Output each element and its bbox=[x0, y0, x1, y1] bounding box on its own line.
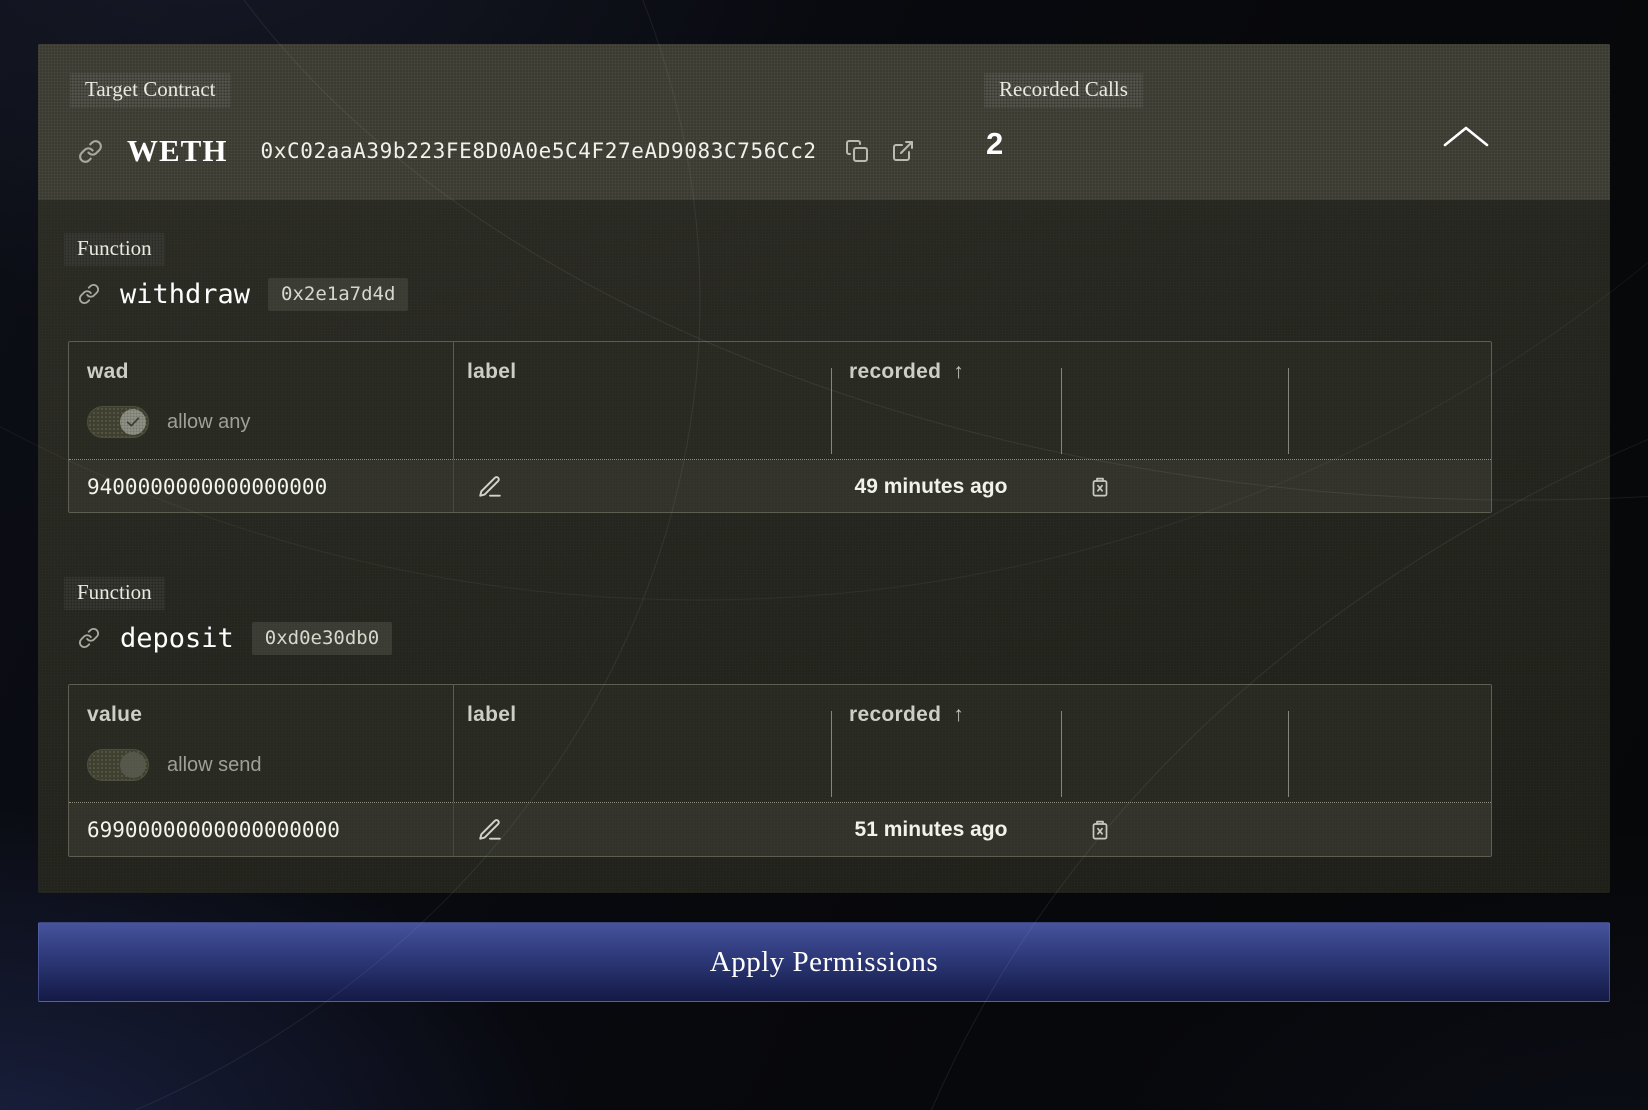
column-divider bbox=[1061, 711, 1062, 797]
column-divider bbox=[831, 368, 832, 454]
copy-icon bbox=[845, 139, 869, 163]
column-divider bbox=[453, 342, 454, 459]
recorded-header-text: recorded bbox=[849, 360, 941, 383]
column-divider bbox=[831, 711, 832, 797]
edit-label-button[interactable] bbox=[477, 803, 503, 856]
recorded-calls-count: 2 bbox=[986, 126, 1003, 162]
toggle-row: allow any bbox=[87, 406, 250, 438]
contract-address: 0xC02aaA39b223FE8D0A0e5C4F27eAD9083C756C… bbox=[260, 139, 816, 163]
contract-header: Target Contract Recorded Calls WETH 0xC0… bbox=[38, 44, 1610, 200]
toggle-knob bbox=[120, 752, 146, 778]
copy-address-button[interactable] bbox=[845, 139, 869, 163]
trash-icon bbox=[1088, 818, 1112, 842]
collapse-button[interactable] bbox=[1436, 110, 1496, 162]
contract-row: WETH 0xC02aaA39b223FE8D0A0e5C4F27eAD9083… bbox=[78, 128, 915, 174]
label-column-header: label bbox=[467, 360, 516, 384]
function-badge: Function bbox=[64, 233, 165, 266]
function-badge: Function bbox=[64, 577, 165, 610]
toggle-knob bbox=[120, 409, 146, 435]
function-title-row: deposit 0xd0e30db0 bbox=[78, 618, 392, 658]
edit-pencil-icon bbox=[477, 474, 503, 500]
function-name: withdraw bbox=[120, 279, 250, 310]
delete-row-button[interactable] bbox=[1088, 460, 1112, 513]
target-contract-badge: Target Contract bbox=[70, 73, 231, 108]
link-icon bbox=[78, 139, 103, 164]
external-link-button[interactable] bbox=[891, 139, 915, 163]
link-icon bbox=[78, 283, 100, 305]
sort-asc-icon: ↑ bbox=[953, 360, 964, 383]
column-divider bbox=[1288, 368, 1289, 454]
function-title-row: withdraw 0x2e1a7d4d bbox=[78, 274, 408, 314]
recorded-column-header[interactable]: recorded ↑ bbox=[849, 703, 964, 727]
contract-name: WETH bbox=[127, 133, 227, 169]
recorded-header-text: recorded bbox=[849, 703, 941, 726]
trash-icon bbox=[1088, 475, 1112, 499]
edit-pencil-icon bbox=[477, 817, 503, 843]
toggle-label: allow any bbox=[167, 411, 250, 434]
edit-label-button[interactable] bbox=[477, 460, 503, 513]
external-link-icon bbox=[891, 139, 915, 163]
param-value: 69900000000000000000 bbox=[87, 803, 340, 856]
allow-send-toggle[interactable] bbox=[87, 749, 149, 781]
apply-permissions-label: Apply Permissions bbox=[710, 946, 938, 979]
column-divider bbox=[1288, 711, 1289, 797]
allow-any-toggle[interactable] bbox=[87, 406, 149, 438]
page-background: Target Contract Recorded Calls WETH 0xC0… bbox=[0, 0, 1648, 1110]
params-table: value allow send label recorded↑ 6 bbox=[68, 684, 1492, 857]
recorded-column-header[interactable]: recorded ↑ bbox=[849, 360, 964, 384]
params-table: wad allow any label recorded ↑ bbox=[68, 341, 1492, 513]
column-divider bbox=[453, 685, 454, 802]
recorded-call-row: 9400000000000000000 49 minutes ago bbox=[69, 460, 1491, 513]
toggle-label: allow send bbox=[167, 754, 262, 777]
function-selector-badge: 0x2e1a7d4d bbox=[268, 278, 408, 311]
apply-permissions-button[interactable]: Apply Permissions bbox=[38, 922, 1610, 1002]
recorded-time: 51 minutes ago bbox=[821, 803, 1041, 856]
recorded-call-row: 69900000000000000000 51 minutes ago bbox=[69, 803, 1491, 856]
column-divider bbox=[453, 803, 454, 856]
check-icon bbox=[125, 414, 141, 430]
param-value: 9400000000000000000 bbox=[87, 460, 327, 513]
column-divider bbox=[1061, 368, 1062, 454]
param-column-header: wad bbox=[87, 360, 129, 384]
recorded-time: 49 minutes ago bbox=[821, 460, 1041, 513]
link-icon bbox=[78, 627, 100, 649]
delete-row-button[interactable] bbox=[1088, 803, 1112, 856]
sort-asc-icon: ↑ bbox=[953, 703, 964, 726]
table-header: value allow send label recorded ↑ bbox=[69, 685, 1491, 803]
function-selector-badge: 0xd0e30db0 bbox=[252, 622, 392, 655]
chevron-up-icon bbox=[1441, 123, 1491, 149]
column-divider bbox=[453, 460, 454, 513]
function-name: deposit bbox=[120, 623, 234, 654]
permissions-card: Target Contract Recorded Calls WETH 0xC0… bbox=[38, 44, 1610, 893]
recorded-calls-badge: Recorded Calls bbox=[984, 73, 1143, 108]
table-header: wad allow any label recorded ↑ bbox=[69, 342, 1491, 460]
toggle-row: allow send bbox=[87, 749, 262, 781]
label-column-header: label bbox=[467, 703, 516, 727]
param-column-header: value bbox=[87, 703, 142, 727]
